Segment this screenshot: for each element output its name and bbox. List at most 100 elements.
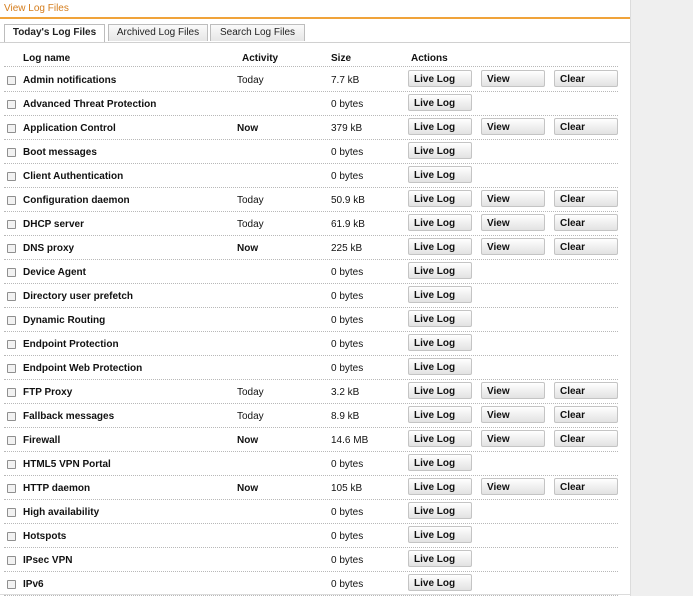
table-row: FTP Proxy Today 3.2 kB Live Log View Clear (0, 380, 630, 404)
log-activity: Today (237, 195, 264, 206)
clear-button[interactable]: Clear (554, 478, 618, 495)
row-checkbox[interactable] (7, 532, 16, 541)
live-log-button[interactable]: Live Log (408, 526, 472, 543)
table-row: Boot messages 0 bytes Live Log (0, 140, 630, 164)
clear-button[interactable]: Clear (554, 70, 618, 87)
tab-todays-log-files[interactable]: Today's Log Files (4, 24, 105, 42)
table-row: Admin notifications Today 7.7 kB Live Log Vi… (0, 68, 630, 92)
log-name: Directory user prefetch (23, 291, 134, 302)
live-log-button[interactable]: Live Log (408, 310, 472, 327)
view-button[interactable]: View (481, 382, 545, 399)
live-log-button[interactable]: Live Log (408, 214, 472, 231)
clear-button[interactable]: Clear (554, 238, 618, 255)
live-log-button[interactable]: Live Log (408, 430, 472, 447)
live-log-button[interactable]: Live Log (408, 550, 472, 567)
view-button[interactable]: View (481, 238, 545, 255)
clear-button[interactable]: Clear (554, 430, 618, 447)
row-checkbox[interactable] (7, 220, 16, 229)
tab-bar: Today's Log Files Archived Log Files Sea… (0, 24, 630, 43)
table-row: DHCP server Today 61.9 kB Live Log View Clear (0, 212, 630, 236)
clear-button[interactable]: Clear (554, 406, 618, 423)
row-checkbox[interactable] (7, 76, 16, 85)
log-size: 7.7 kB (331, 75, 360, 86)
live-log-button[interactable]: Live Log (408, 94, 472, 111)
clear-button[interactable]: Clear (554, 190, 618, 207)
log-activity: Now (237, 435, 259, 446)
title-underline (0, 17, 630, 19)
row-checkbox[interactable] (7, 508, 16, 517)
row-checkbox[interactable] (7, 292, 16, 301)
row-checkbox[interactable] (7, 388, 16, 397)
row-checkbox[interactable] (7, 484, 16, 493)
row-checkbox[interactable] (7, 244, 16, 253)
row-checkbox[interactable] (7, 436, 16, 445)
log-name: Dynamic Routing (23, 315, 106, 326)
log-name: Endpoint Web Protection (23, 363, 143, 374)
live-log-button[interactable]: Live Log (408, 70, 472, 87)
row-checkbox[interactable] (7, 316, 16, 325)
view-button[interactable]: View (481, 118, 545, 135)
clear-button[interactable]: Clear (554, 118, 618, 135)
log-size: 0 bytes (331, 339, 364, 350)
log-name: Boot messages (23, 147, 97, 158)
live-log-button[interactable]: Live Log (408, 142, 472, 159)
live-log-button[interactable]: Live Log (408, 358, 472, 375)
tab-search-log-files[interactable]: Search Log Files (210, 24, 305, 41)
live-log-button[interactable]: Live Log (408, 382, 472, 399)
view-button[interactable]: View (481, 70, 545, 87)
live-log-button[interactable]: Live Log (408, 166, 472, 183)
clear-button[interactable]: Clear (554, 214, 618, 231)
log-size: 225 kB (331, 243, 363, 254)
live-log-button[interactable]: Live Log (408, 118, 472, 135)
row-checkbox[interactable] (7, 172, 16, 181)
live-log-button[interactable]: Live Log (408, 502, 472, 519)
log-name: Configuration daemon (23, 195, 130, 206)
log-name: Firewall (23, 435, 61, 446)
row-checkbox[interactable] (7, 460, 16, 469)
view-button[interactable]: View (481, 430, 545, 447)
log-activity: Today (237, 219, 264, 230)
log-size: 0 bytes (331, 507, 364, 518)
live-log-button[interactable]: Live Log (408, 238, 472, 255)
row-checkbox[interactable] (7, 580, 16, 589)
live-log-button[interactable]: Live Log (408, 406, 472, 423)
live-log-button[interactable]: Live Log (408, 262, 472, 279)
row-checkbox[interactable] (7, 196, 16, 205)
log-size: 0 bytes (331, 315, 364, 326)
column-header-activity: Activity (242, 53, 279, 64)
live-log-button[interactable]: Live Log (408, 478, 472, 495)
table-row: Directory user prefetch 0 bytes Live Log (0, 284, 630, 308)
live-log-button[interactable]: Live Log (408, 286, 472, 303)
log-name: Device Agent (23, 267, 86, 278)
row-checkbox[interactable] (7, 100, 16, 109)
log-name: Fallback messages (23, 411, 115, 422)
header-separator (4, 66, 618, 67)
log-activity: Today (237, 387, 264, 398)
row-checkbox[interactable] (7, 124, 16, 133)
row-checkbox[interactable] (7, 148, 16, 157)
tab-archived-log-files[interactable]: Archived Log Files (108, 24, 208, 41)
view-button[interactable]: View (481, 190, 545, 207)
row-checkbox[interactable] (7, 268, 16, 277)
table-row: Firewall Now 14.6 MB Live Log View Clear (0, 428, 630, 452)
view-button[interactable]: View (481, 478, 545, 495)
table-row: HTML5 VPN Portal 0 bytes Live Log (0, 452, 630, 476)
view-button[interactable]: View (481, 406, 545, 423)
view-button[interactable]: View (481, 214, 545, 231)
log-size: 0 bytes (331, 147, 364, 158)
log-name: FTP Proxy (23, 387, 73, 398)
column-header-size: Size (331, 53, 352, 64)
row-checkbox[interactable] (7, 556, 16, 565)
live-log-button[interactable]: Live Log (408, 334, 472, 351)
row-checkbox[interactable] (7, 412, 16, 421)
row-checkbox[interactable] (7, 364, 16, 373)
live-log-button[interactable]: Live Log (408, 190, 472, 207)
table-row: IPsec VPN 0 bytes Live Log (0, 548, 630, 572)
live-log-button[interactable]: Live Log (408, 454, 472, 471)
log-files-panel: View Log Files Today's Log Files Archive… (0, 0, 631, 596)
clear-button[interactable]: Clear (554, 382, 618, 399)
log-name: High availability (23, 507, 100, 518)
row-checkbox[interactable] (7, 340, 16, 349)
live-log-button[interactable]: Live Log (408, 574, 472, 591)
log-name: Application Control (23, 123, 116, 134)
